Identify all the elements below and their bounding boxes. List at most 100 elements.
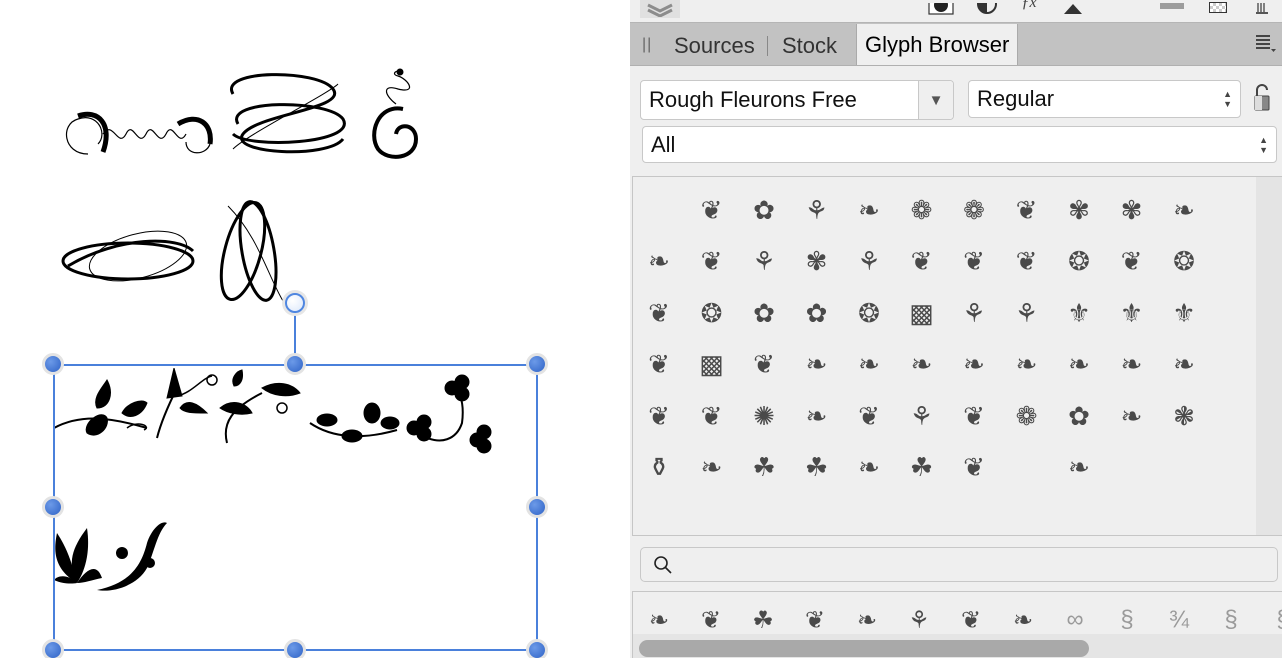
glyph-cell[interactable]: ⚘ [746, 244, 782, 280]
glyph-cell[interactable]: ❧ [1166, 347, 1202, 383]
tab-glyph-browser[interactable]: Glyph Browser [856, 24, 1019, 65]
glyph-cell[interactable]: ❧ [694, 450, 730, 486]
scrollbar-thumb[interactable] [639, 640, 1089, 657]
recent-glyphs-strip[interactable]: ❧ ❦ ☘ ❦ ❧ ⚘ ❦ ❧ ∞ § ¾ § § [632, 591, 1282, 658]
glyph-cell[interactable]: ❧ [1166, 192, 1202, 228]
recent-glyph[interactable]: ❧ [849, 602, 885, 638]
glyph-cell[interactable]: ❦ [694, 192, 730, 228]
resize-handle-top-left[interactable] [42, 353, 64, 375]
recent-glyph[interactable]: ❧ [1005, 602, 1041, 638]
resize-handle-left[interactable] [42, 496, 64, 518]
glyph-cell[interactable]: ❦ [641, 295, 677, 331]
glyph-cell[interactable]: ⚘ [1009, 295, 1045, 331]
rotation-handle[interactable] [285, 293, 305, 313]
glyph-category-select[interactable]: All ▲ ▼ [642, 126, 1277, 163]
glyph-cell[interactable]: ❦ [1009, 244, 1045, 280]
font-family-select[interactable]: Rough Fleurons Free ▼ [640, 80, 954, 120]
glyph-cell[interactable]: ⚘ [904, 398, 940, 434]
glyph-cell[interactable]: ⚘ [956, 295, 992, 331]
glyph-search-input[interactable] [681, 552, 1265, 580]
glyph-grid-scrollbar[interactable] [1256, 177, 1282, 535]
glyph-cell[interactable]: ❧ [1114, 398, 1150, 434]
glyph-search-field[interactable] [640, 547, 1278, 582]
glyph-cell[interactable]: ❧ [851, 450, 887, 486]
glyph-cell[interactable]: ✿ [1061, 398, 1097, 434]
glyph-cell[interactable]: ❦ [641, 347, 677, 383]
glyph-cell[interactable]: ❁ [1009, 398, 1045, 434]
flourish-group-middle[interactable] [58, 196, 293, 311]
glyph-cell[interactable]: ❂ [1061, 244, 1097, 280]
glyph-cell[interactable]: ❁ [904, 192, 940, 228]
resize-handle-right[interactable] [526, 496, 548, 518]
glyph-cell[interactable]: ☘ [904, 450, 940, 486]
flourish-group-top[interactable] [58, 64, 423, 164]
resize-handle-top[interactable] [284, 353, 306, 375]
resize-handle-top-right[interactable] [526, 353, 548, 375]
glyph-cell[interactable]: ❦ [956, 398, 992, 434]
contrast-icon[interactable] [974, 0, 1000, 18]
glyph-cell[interactable]: ❁ [956, 192, 992, 228]
glyph-cell[interactable]: ❦ [851, 398, 887, 434]
glyph-cell[interactable]: ❦ [1009, 192, 1045, 228]
recent-glyph[interactable]: ❦ [693, 602, 729, 638]
panel-grip-icon[interactable]: || [642, 36, 652, 54]
glyph-cell[interactable]: ❦ [1114, 244, 1150, 280]
recent-glyph[interactable]: ⚘ [901, 602, 937, 638]
recent-glyph[interactable]: ☘ [745, 602, 781, 638]
glyph-cell[interactable]: ❦ [956, 244, 992, 280]
glyph-cell[interactable]: ⚱ [641, 450, 677, 486]
glyph-cell[interactable]: ❦ [904, 244, 940, 280]
glyph-cell[interactable]: ✿ [746, 192, 782, 228]
document-canvas[interactable] [0, 0, 630, 658]
glyph-cell[interactable]: ❦ [956, 450, 992, 486]
glyph-cell[interactable]: ❧ [641, 244, 677, 280]
glyph-cell[interactable]: ✾ [799, 244, 835, 280]
resize-handle-bottom-right[interactable] [526, 639, 548, 658]
glyph-cell[interactable]: ⚜ [1166, 295, 1202, 331]
layers-icon[interactable] [640, 0, 680, 18]
glyph-cell[interactable]: ❃ [1166, 398, 1202, 434]
recent-glyph[interactable]: § [1109, 602, 1145, 638]
glyph-cell[interactable]: ❦ [641, 398, 677, 434]
glyph-cell[interactable]: ⚘ [851, 244, 887, 280]
glyph-cell[interactable]: ❧ [904, 347, 940, 383]
panel-menu-icon[interactable] [1256, 34, 1276, 57]
fill-stroke-icon[interactable] [927, 0, 955, 18]
glyph-cell[interactable]: ⚘ [799, 192, 835, 228]
glyph-cell[interactable]: ⚜ [1114, 295, 1150, 331]
recent-glyph[interactable]: § [1265, 602, 1282, 638]
glyph-cell[interactable]: ✿ [799, 295, 835, 331]
resize-handle-bottom[interactable] [284, 639, 306, 658]
glyph-cell[interactable]: ✿ [746, 295, 782, 331]
glyph-cell[interactable]: ☘ [799, 450, 835, 486]
glyph-cell[interactable]: ❦ [746, 347, 782, 383]
glyph-cell[interactable]: ❂ [851, 295, 887, 331]
glyph-cell[interactable]: ✾ [1061, 192, 1097, 228]
fx-icon[interactable]: ƒx [1014, 0, 1044, 12]
glyph-cell[interactable]: ⚜ [1061, 295, 1097, 331]
recent-glyph[interactable]: ❦ [797, 602, 833, 638]
glyph-cell[interactable]: ❧ [1009, 347, 1045, 383]
glyph-cell[interactable]: ❧ [799, 347, 835, 383]
glyph-cell[interactable]: ☘ [746, 450, 782, 486]
color-swatch-icon[interactable] [1160, 0, 1184, 18]
glyph-cell[interactable]: ❧ [799, 398, 835, 434]
unlock-icon[interactable] [1253, 84, 1271, 117]
glyph-grid[interactable]: ❦ ✿ ⚘ ❧ ❁ ❁ ❦ ✾ ✾ ❧ ❧ ❦ ⚘ ✾ ⚘ ❦ ❦ ❦ ❂ ❦ ❂ ❦ ❂ ✿ ✿ ❂ ▩ ⚘ ⚘ ⚜ ⚜ ⚜ ❦ ▩ ❦ ❧ ❧ ❧ ❧ ❧… [632, 176, 1282, 536]
glyph-cell[interactable]: ❦ [694, 244, 730, 280]
glyph-cell[interactable]: ❧ [1061, 347, 1097, 383]
transparency-icon[interactable] [1208, 0, 1228, 18]
resize-handle-bottom-left[interactable] [42, 639, 64, 658]
glyph-cell[interactable]: ❧ [851, 347, 887, 383]
glyph-cell[interactable]: ❧ [1114, 347, 1150, 383]
recent-glyph[interactable]: ¾ [1161, 602, 1197, 638]
glyph-cell[interactable]: ✺ [746, 398, 782, 434]
selected-text-frame-content[interactable] [52, 368, 492, 593]
glyph-cell[interactable]: ❦ [694, 398, 730, 434]
font-family-dropdown-button[interactable]: ▼ [918, 81, 953, 119]
recent-glyphs-scrollbar[interactable] [633, 634, 1282, 658]
recent-glyph[interactable]: ∞ [1057, 602, 1093, 638]
glyph-cell[interactable]: ❧ [956, 347, 992, 383]
glyph-cell[interactable]: ❂ [1166, 244, 1202, 280]
triangle-icon[interactable] [1062, 0, 1084, 18]
